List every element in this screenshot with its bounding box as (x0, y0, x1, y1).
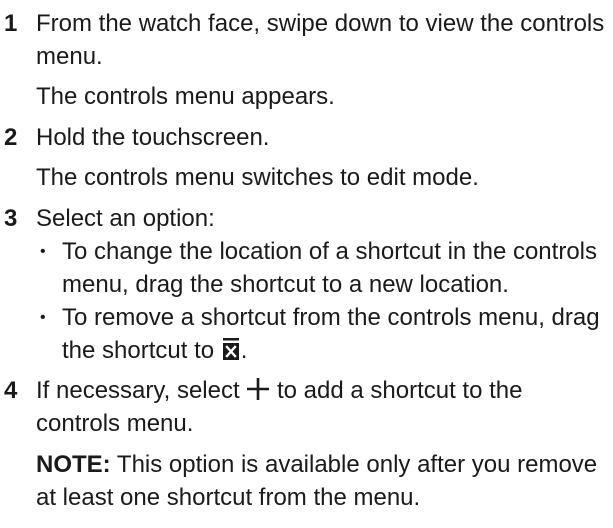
step-body: If necessary, select to add a shortcut t… (36, 374, 613, 440)
step-result: The controls menu switches to edit mode. (36, 164, 479, 191)
step-text: From the watch face, swipe down to view … (36, 10, 605, 70)
step-number: 4 (4, 377, 18, 404)
bullet-glyph: • (40, 309, 46, 326)
list-item-text: To change the location of a shortcut in … (62, 238, 597, 298)
step-text-start: If necessary, select (36, 377, 240, 404)
option-list: • To change the location of a shortcut i… (36, 235, 613, 367)
step-text: If necessary, select to add a shortcut t… (36, 374, 613, 440)
step-2: 2 Hold the touchscreen. (4, 121, 613, 154)
step-3: 3 Select an option: • To change the loca… (4, 202, 613, 367)
step-body: From the watch face, swipe down to view … (36, 7, 613, 73)
note-label: NOTE: (36, 451, 111, 478)
note: NOTE: This option is available only afte… (36, 448, 613, 514)
step-4: 4 If necessary, select to add a shortcut… (4, 374, 613, 440)
note-text: This option is available only after you … (36, 451, 598, 511)
plus-icon (246, 377, 270, 401)
step-body: Select an option: • To change the locati… (36, 202, 613, 367)
step-body: Hold the touchscreen. (36, 121, 613, 154)
bullet-glyph: • (40, 243, 46, 260)
step-text: Hold the touchscreen. (36, 124, 270, 151)
step-text: Select an option: (36, 205, 215, 232)
step-result: The controls menu appears. (36, 83, 335, 110)
instructions-page: 1 From the watch face, swipe down to vie… (0, 0, 613, 528)
step-number: 1 (4, 10, 18, 37)
step-1: 1 From the watch face, swipe down to vie… (4, 7, 613, 73)
remove-box-icon (221, 337, 241, 361)
step-number: 3 (4, 205, 18, 232)
list-item-text: To remove a shortcut from the controls m… (62, 304, 600, 364)
list-item-text-end: . (240, 337, 248, 364)
list-item: • To change the location of a shortcut i… (36, 235, 613, 301)
list-item: • To remove a shortcut from the controls… (36, 301, 613, 367)
step-number: 2 (4, 124, 18, 151)
